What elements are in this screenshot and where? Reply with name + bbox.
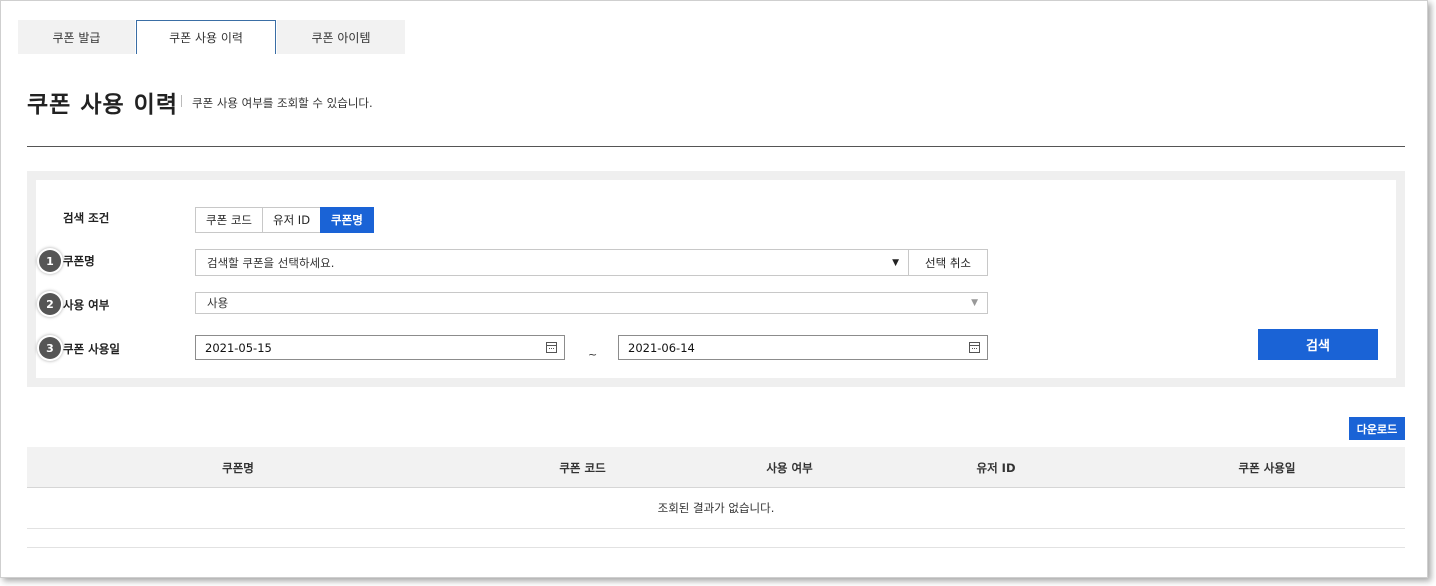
column-header-coupon-name: 쿠폰명 xyxy=(222,460,254,475)
column-header-use-date: 쿠폰 사용일 xyxy=(1238,460,1296,475)
empty-result-row: 조회된 결과가 없습니다. xyxy=(27,488,1405,529)
column-header-coupon-code: 쿠폰 코드 xyxy=(559,460,606,475)
usage-selected-value: 사용 xyxy=(207,296,229,310)
title-divider xyxy=(181,95,182,107)
start-date-input[interactable]: 2021-05-15 xyxy=(195,335,565,360)
start-date-value: 2021-05-15 xyxy=(205,340,272,355)
tab-coupon-usage-history[interactable]: 쿠폰 사용 이력 xyxy=(136,20,276,54)
table-bottom-divider xyxy=(27,547,1405,548)
search-panel: 검색 조건 쿠폰 코드 유저 ID 쿠폰명 1 쿠폰명 검색할 쿠폰을 선택하세… xyxy=(27,171,1405,387)
tab-bar: 쿠폰 발급 쿠폰 사용 이력 쿠폰 아이템 xyxy=(18,20,405,54)
page-description: 쿠폰 사용 여부를 조회할 수 있습니다. xyxy=(192,96,373,110)
usage-label: 사용 여부 xyxy=(63,298,110,312)
caret-down-icon: ▼ xyxy=(892,257,899,268)
calendar-icon[interactable] xyxy=(546,342,557,353)
column-header-user-id: 유저 ID xyxy=(976,460,1016,475)
usage-select[interactable]: 사용 ▼ xyxy=(195,292,988,314)
results-table: 쿠폰명 쿠폰 코드 사용 여부 유저 ID 쿠폰 사용일 조회된 결과가 없습니… xyxy=(27,447,1405,529)
app-window: 쿠폰 발급 쿠폰 사용 이력 쿠폰 아이템 쿠폰 사용 이력 쿠폰 사용 여부를… xyxy=(0,0,1428,578)
condition-coupon-code-button[interactable]: 쿠폰 코드 xyxy=(195,207,263,233)
column-header-usage: 사용 여부 xyxy=(766,460,813,475)
condition-coupon-name-button[interactable]: 쿠폰명 xyxy=(320,207,374,233)
step-badge-1: 1 xyxy=(39,250,61,272)
use-date-label: 쿠폰 사용일 xyxy=(63,342,120,356)
coupon-name-placeholder: 검색할 쿠폰을 선택하세요. xyxy=(207,255,335,270)
condition-user-id-button[interactable]: 유저 ID xyxy=(261,207,322,233)
coupon-name-label: 쿠폰명 xyxy=(63,254,95,268)
header-divider xyxy=(27,146,1405,147)
calendar-icon[interactable] xyxy=(969,342,980,353)
search-condition-label: 검색 조건 xyxy=(63,211,110,225)
tab-coupon-item[interactable]: 쿠폰 아이템 xyxy=(277,20,405,54)
download-button[interactable]: 다운로드 xyxy=(1349,417,1405,440)
search-condition-toggle: 쿠폰 코드 유저 ID 쿠폰명 xyxy=(195,207,374,233)
tab-coupon-issue[interactable]: 쿠폰 발급 xyxy=(18,20,135,54)
page-title: 쿠폰 사용 이력 xyxy=(27,92,178,118)
end-date-value: 2021-06-14 xyxy=(628,340,695,355)
table-header: 쿠폰명 쿠폰 코드 사용 여부 유저 ID 쿠폰 사용일 xyxy=(27,447,1405,488)
end-date-input[interactable]: 2021-06-14 xyxy=(618,335,988,360)
date-range-separator: ~ xyxy=(588,348,598,361)
step-badge-3: 3 xyxy=(39,337,61,359)
search-button[interactable]: 검색 xyxy=(1258,329,1378,360)
coupon-name-select[interactable]: 검색할 쿠폰을 선택하세요. ▼ xyxy=(195,249,909,276)
caret-down-icon: ▼ xyxy=(971,298,978,308)
step-badge-2: 2 xyxy=(39,293,61,315)
clear-selection-button[interactable]: 선택 취소 xyxy=(908,249,988,276)
search-form: 검색 조건 쿠폰 코드 유저 ID 쿠폰명 1 쿠폰명 검색할 쿠폰을 선택하세… xyxy=(36,180,1396,378)
